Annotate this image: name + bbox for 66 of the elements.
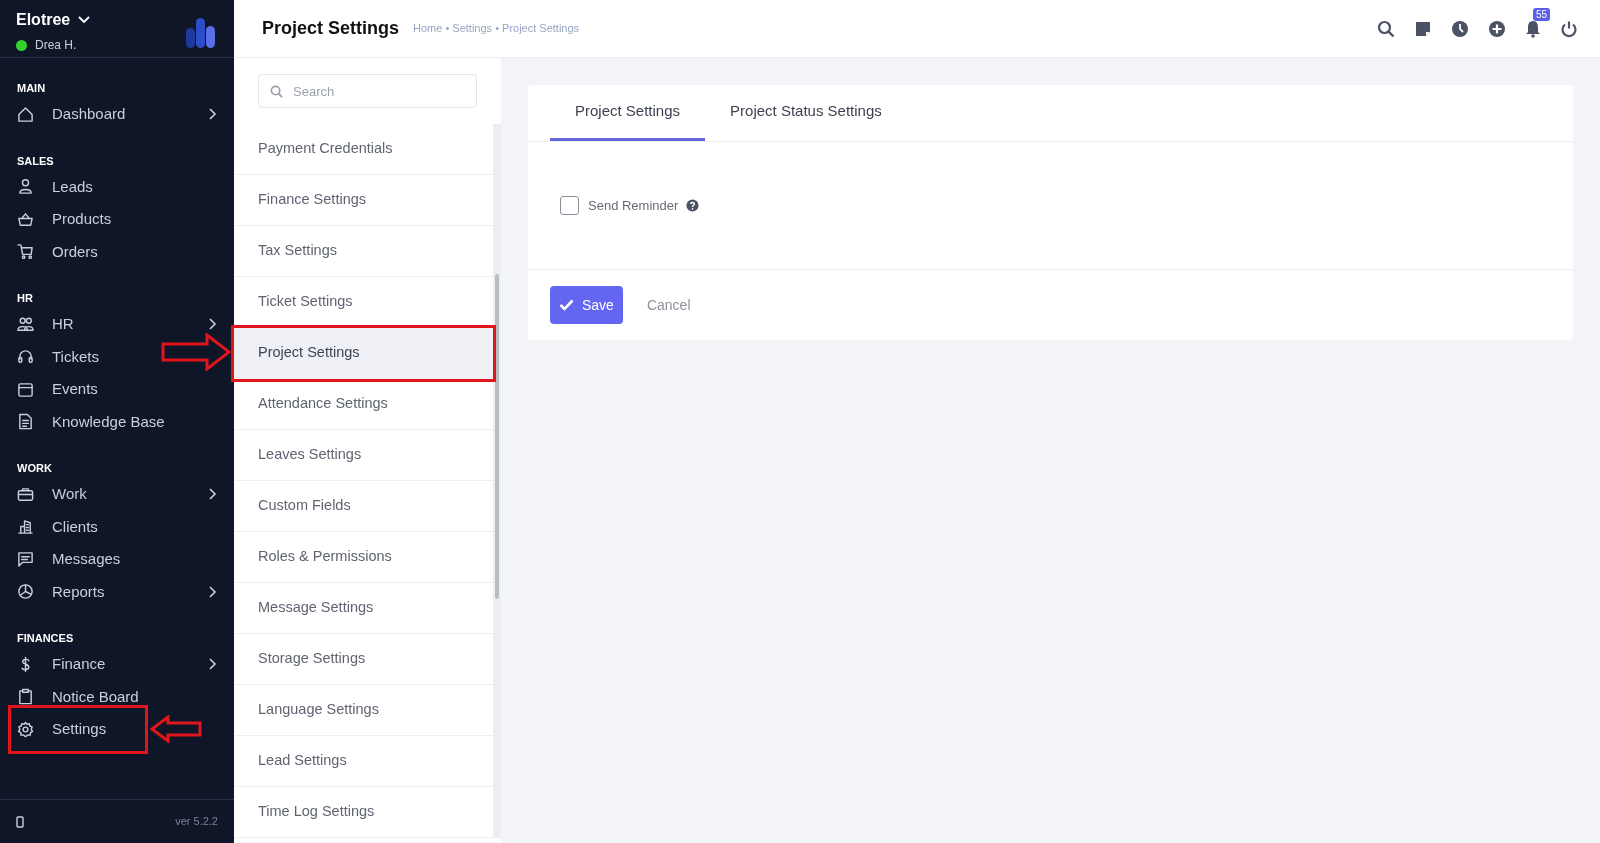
sidebar-item[interactable]: Leads — [0, 170, 234, 203]
chevron-icon — [208, 108, 218, 121]
bell-icon — [1525, 20, 1541, 39]
logo-icon — [184, 16, 218, 50]
sidebar-item[interactable]: Tickets — [0, 340, 234, 373]
workspace-name[interactable]: Elotree — [16, 8, 71, 32]
briefcase-icon — [17, 485, 34, 503]
phone-icon — [16, 815, 24, 828]
sidebar-item[interactable]: Knowledge Base — [0, 405, 234, 438]
pie-chart-icon — [17, 583, 34, 601]
sidebar-item[interactable]: Events — [0, 373, 234, 406]
section-heading: WORK — [16, 461, 53, 476]
page-title: Project Settings — [262, 17, 400, 40]
section-heading: FINANCES — [16, 631, 75, 646]
checkbox-label: Send Reminder — [588, 196, 679, 215]
check-icon — [559, 299, 574, 311]
chevron-icon — [208, 488, 218, 501]
power-icon — [1560, 19, 1578, 38]
cart-icon — [17, 243, 34, 261]
user-name: Drea H. — [35, 37, 77, 54]
message-icon — [17, 550, 34, 568]
tab[interactable]: Project Status Settings — [705, 85, 907, 141]
tab[interactable]: Project Settings — [550, 85, 706, 141]
building-icon — [17, 518, 34, 536]
search-icon — [270, 85, 283, 98]
section-heading: SALES — [16, 153, 55, 169]
caret-icon — [78, 16, 91, 24]
breadcrumb: Home • Settings • Project Settings — [413, 21, 580, 37]
chevron-icon — [208, 585, 218, 598]
sidebar-item[interactable]: Notice Board — [0, 680, 234, 713]
sidebar-item[interactable]: Clients — [0, 510, 234, 543]
help-icon — [686, 199, 700, 212]
arrow-icon — [161, 333, 231, 371]
section-heading: HR — [16, 291, 34, 306]
sidebar-item[interactable]: HR — [0, 308, 234, 341]
search-field[interactable]: Search — [258, 74, 477, 108]
headset-icon — [17, 348, 34, 366]
notification-badge: 55 — [1533, 7, 1551, 21]
person-icon — [17, 178, 34, 196]
clipboard-icon — [17, 688, 34, 706]
sidebar-item[interactable]: Reports — [0, 575, 234, 608]
document-icon — [17, 413, 34, 431]
chevron-icon — [208, 318, 218, 331]
section-heading: MAIN — [16, 81, 47, 96]
arrow-icon — [150, 715, 202, 743]
gear-icon — [17, 720, 34, 738]
home-icon — [17, 105, 34, 123]
note-icon — [1414, 19, 1432, 38]
sidebar-item[interactable]: Products — [0, 203, 234, 236]
clock-icon — [1451, 19, 1469, 38]
plus-icon — [1488, 19, 1506, 38]
basket-icon — [17, 210, 34, 228]
version-label: ver 5.2.2 — [175, 814, 218, 830]
search-icon — [1377, 19, 1395, 38]
sidebar-item[interactable]: Settings — [0, 713, 234, 746]
sidebar-item[interactable]: Messages — [0, 543, 234, 576]
calendar-icon — [17, 380, 34, 398]
sidebar-item[interactable]: Dashboard — [0, 98, 234, 131]
checkbox[interactable] — [560, 196, 579, 215]
sidebar-item[interactable]: Finance — [0, 648, 234, 681]
people-icon — [17, 315, 34, 333]
sidebar-item[interactable]: Work — [0, 478, 234, 511]
sidebar-item[interactable]: Orders — [0, 235, 234, 268]
save-button[interactable]: Save — [550, 286, 623, 324]
chevron-icon — [208, 658, 218, 671]
settings-menu-item[interactable]: Project Settings — [234, 328, 493, 379]
